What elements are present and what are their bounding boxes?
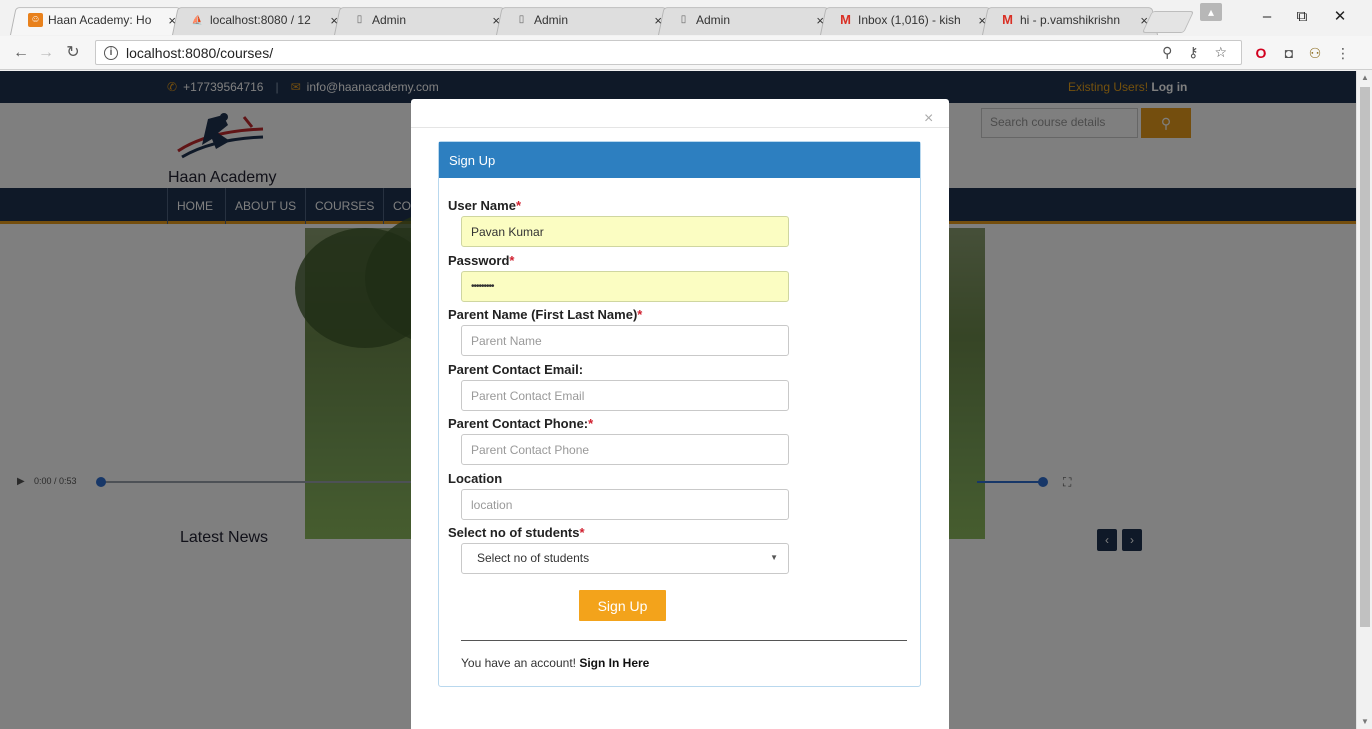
password-label: Password*: [448, 253, 515, 268]
parent-phone-label: Parent Contact Phone:*: [448, 416, 594, 431]
page-icon: ▯: [518, 14, 525, 25]
scroll-down-icon[interactable]: ▼: [1361, 717, 1369, 726]
site-info-icon[interactable]: i: [104, 45, 118, 60]
address-bar[interactable]: i localhost:8080/courses/ ⚲ ⚷ ☆: [95, 40, 1242, 65]
restore-button[interactable]: ⧉: [1287, 6, 1317, 28]
profile-icon[interactable]: ▴: [1200, 3, 1222, 21]
form-divider: [461, 640, 907, 641]
chevron-down-icon: ▼: [770, 553, 778, 562]
tab-close-icon[interactable]: ×: [1140, 13, 1148, 28]
location-label: Location: [448, 471, 503, 486]
signup-button[interactable]: Sign Up: [579, 590, 666, 621]
menu-icon[interactable]: ⋮: [1334, 44, 1352, 62]
tab-admin-2[interactable]: ▯ Admin ×: [496, 5, 672, 35]
signin-link[interactable]: Sign In Here: [579, 656, 649, 670]
browser-tab-strip: ☺ Haan Academy: Ho × ⛵ localhost:8080 / …: [0, 0, 1372, 36]
parent-name-input[interactable]: [461, 325, 789, 356]
tab-title: Admin: [696, 13, 731, 27]
opera-icon[interactable]: O: [1252, 44, 1270, 62]
gmail-icon: M: [840, 12, 851, 27]
forward-arrow-icon[interactable]: →: [35, 42, 57, 64]
page-icon: ▯: [356, 14, 363, 25]
tab-close-icon[interactable]: ×: [978, 13, 986, 28]
back-arrow-icon[interactable]: ←: [10, 42, 32, 64]
tab-phpmyadmin[interactable]: ⛵ localhost:8080 / 12 ×: [172, 5, 348, 35]
tab-close-icon[interactable]: ×: [330, 13, 338, 28]
tab-title: Haan Academy: Ho: [48, 13, 152, 27]
tab-title: localhost:8080 / 12: [210, 13, 311, 27]
parent-name-label: Parent Name (First Last Name)*: [448, 307, 643, 322]
tab-title: Admin: [372, 13, 407, 27]
scroll-thumb[interactable]: [1360, 87, 1370, 627]
tab-title: Inbox (1,016) - kish: [858, 13, 961, 27]
tab-title: hi - p.vamshikrishn: [1020, 13, 1121, 27]
phpmyadmin-favicon-icon: ⛵: [191, 15, 204, 25]
parent-email-input[interactable]: [461, 380, 789, 411]
location-input[interactable]: [461, 489, 789, 520]
page-scrollbar[interactable]: ▲ ▼: [1356, 71, 1372, 729]
modal-divider: [411, 127, 949, 128]
browser-toolbar: ← → ↻ i localhost:8080/courses/ ⚲ ⚷ ☆ O …: [0, 36, 1372, 70]
gmail-icon: M: [1002, 12, 1013, 27]
parent-email-label: Parent Contact Email:: [448, 362, 584, 377]
tab-close-icon[interactable]: ×: [168, 13, 176, 28]
tab-haan-academy[interactable]: ☺ Haan Academy: Ho ×: [10, 5, 186, 35]
zoom-key-star-icons[interactable]: ⚲ ⚷ ☆: [1162, 44, 1233, 61]
scroll-up-icon[interactable]: ▲: [1361, 73, 1369, 82]
tab-close-icon[interactable]: ×: [816, 13, 824, 28]
tab-close-icon[interactable]: ×: [654, 13, 662, 28]
url-text: localhost:8080/courses/: [126, 44, 274, 61]
parent-phone-input[interactable]: [461, 434, 789, 465]
students-label: Select no of students*: [448, 525, 585, 540]
students-select[interactable]: Select no of students ▼: [461, 543, 789, 574]
extension-icon[interactable]: ⚇: [1306, 44, 1324, 62]
page-viewport: ✆ +17739564716 | ✉ info@haanacademy.com …: [0, 71, 1356, 729]
signup-panel: Sign Up User Name* Password* ••••••••• P…: [438, 141, 921, 687]
signin-prompt: You have an account! Sign In Here: [461, 656, 649, 670]
new-tab-button[interactable]: [1141, 11, 1195, 33]
tab-gmail-inbox[interactable]: M Inbox (1,016) - kish ×: [820, 5, 996, 35]
page-icon: ▯: [680, 14, 687, 25]
tab-title: Admin: [534, 13, 569, 27]
password-input[interactable]: •••••••••: [461, 271, 789, 302]
username-input[interactable]: [461, 216, 789, 247]
tab-admin-1[interactable]: ▯ Admin ×: [334, 5, 510, 35]
minimize-button[interactable]: –: [1252, 6, 1282, 28]
extension-icon[interactable]: ◘: [1280, 44, 1298, 62]
modal-close-icon[interactable]: ×: [924, 110, 933, 128]
tab-close-icon[interactable]: ×: [492, 13, 500, 28]
tab-admin-3[interactable]: ▯ Admin ×: [658, 5, 834, 35]
signup-modal: × Sign Up User Name* Password* •••••••••…: [411, 99, 949, 729]
close-window-button[interactable]: ✕: [1325, 6, 1355, 28]
username-label: User Name*: [448, 198, 521, 213]
students-selected-value: Select no of students: [477, 551, 590, 565]
haan-favicon-icon: ☺: [28, 13, 43, 27]
signin-prefix: You have an account!: [461, 656, 576, 670]
reload-icon[interactable]: ↻: [62, 42, 84, 64]
signup-heading: Sign Up: [439, 142, 920, 178]
tab-gmail-message[interactable]: M hi - p.vamshikrishn ×: [982, 5, 1158, 35]
